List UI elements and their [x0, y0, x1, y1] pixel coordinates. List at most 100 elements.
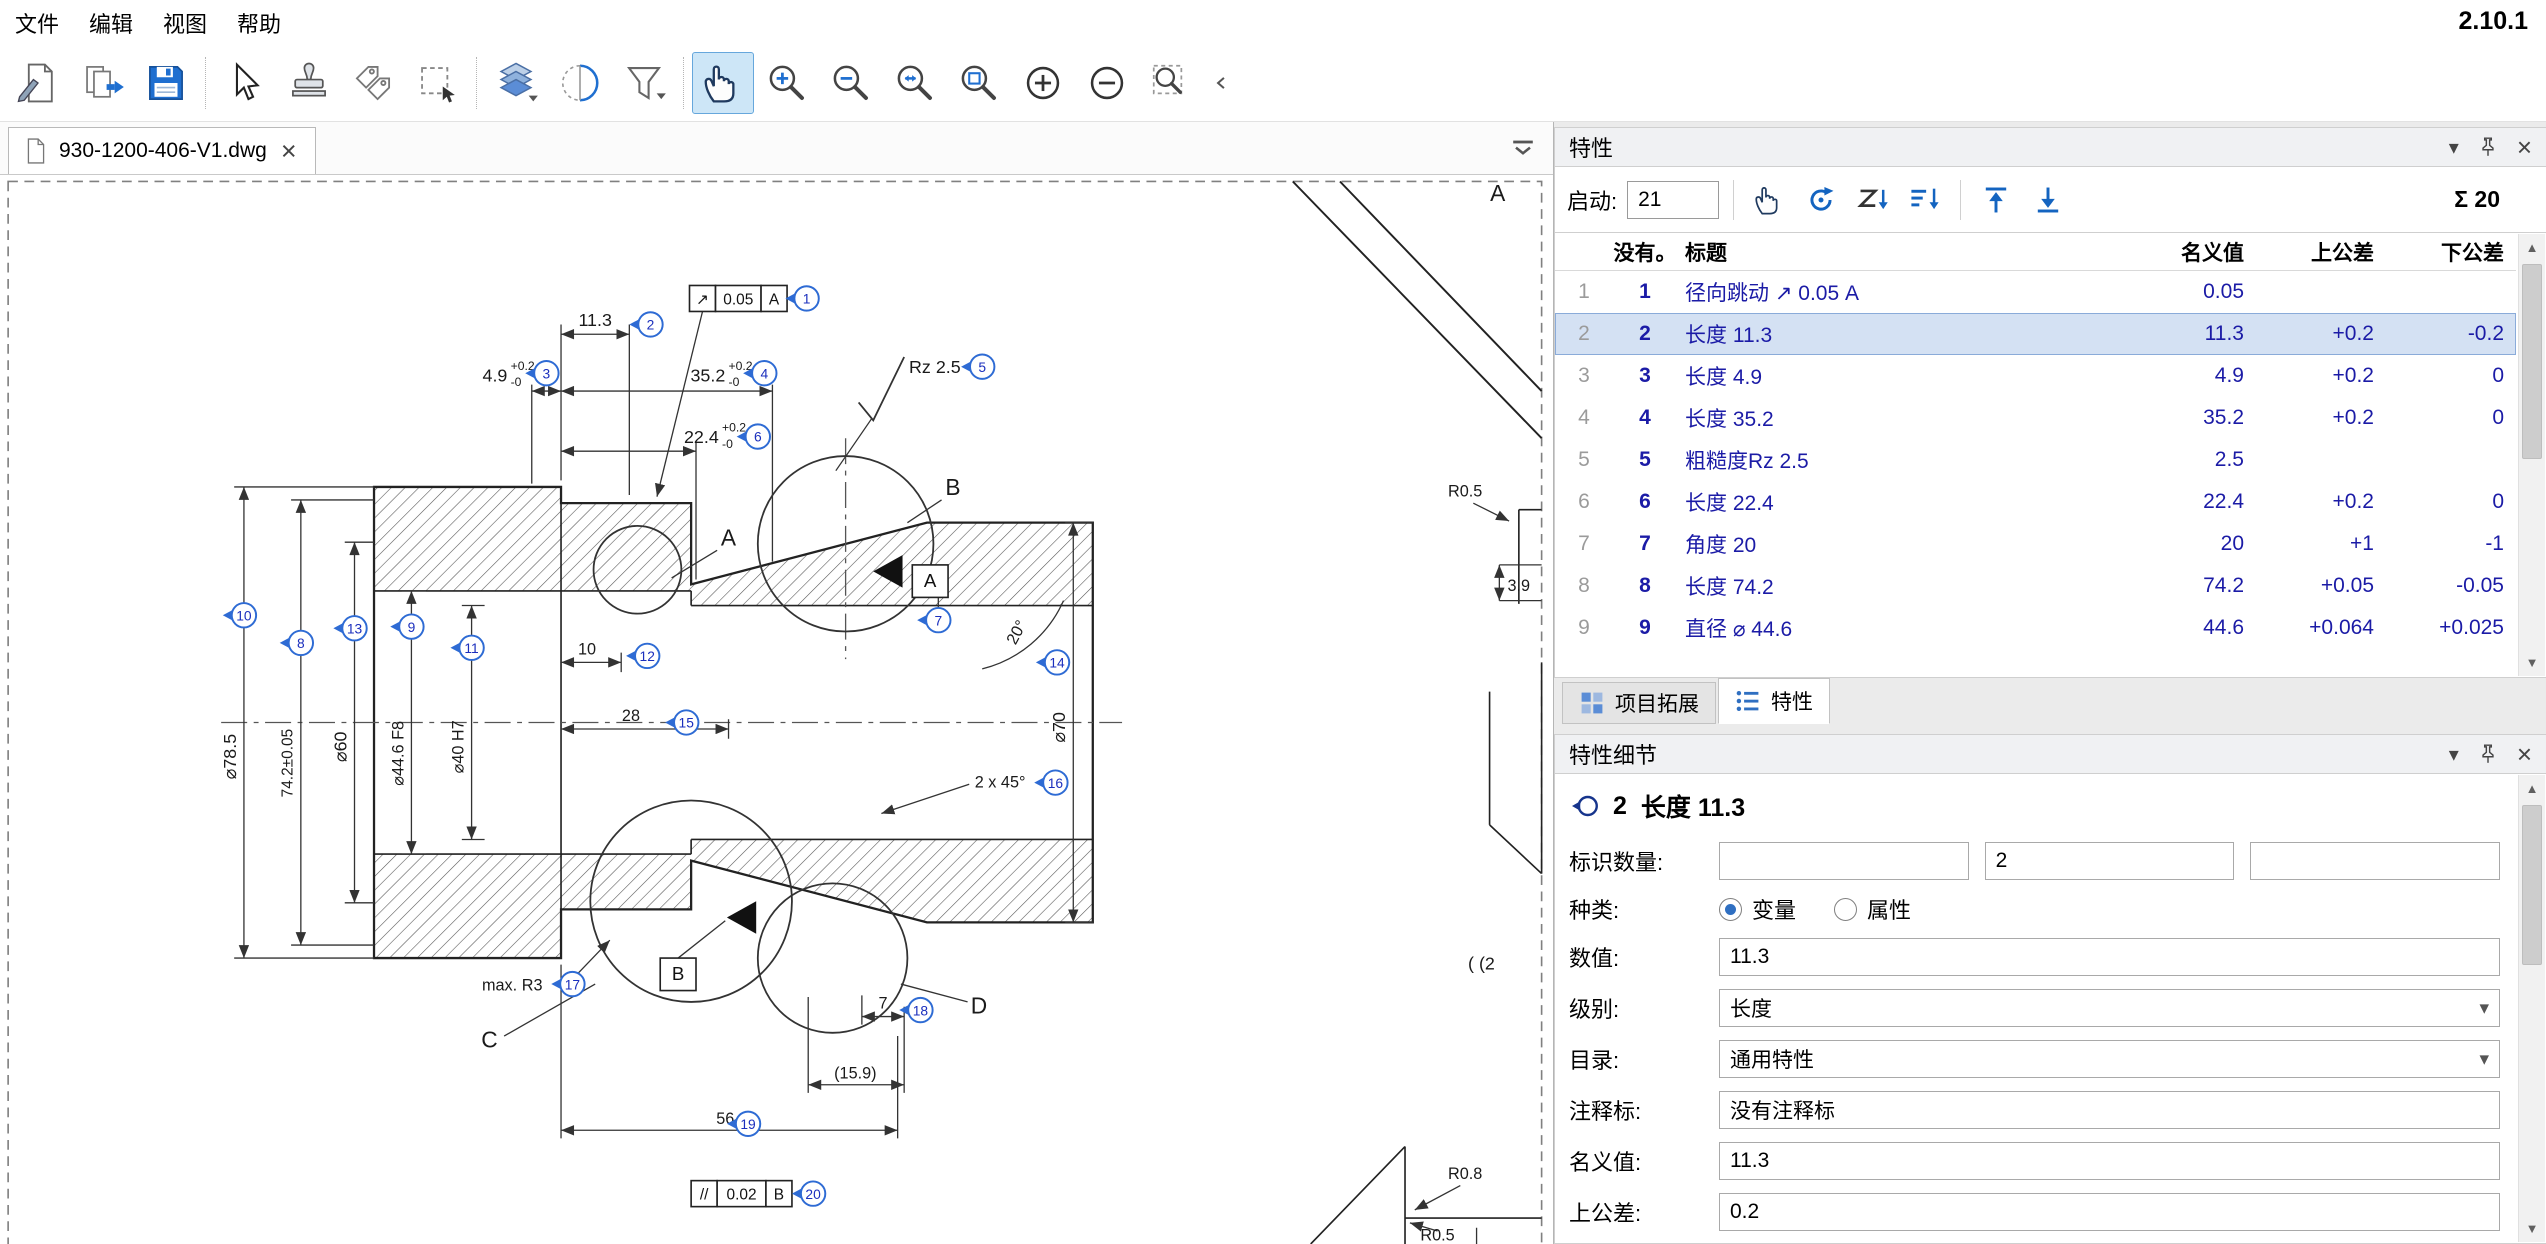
radio-attribute[interactable]: 属性 [1834, 893, 1911, 925]
new-document-icon[interactable] [7, 52, 69, 114]
nominal-cell: 0.05 [2106, 280, 2256, 304]
balloon-8[interactable]: 8 [280, 631, 313, 655]
upper-tol-input[interactable] [1719, 1193, 2500, 1231]
svg-text:12: 12 [640, 648, 655, 664]
move-top-icon[interactable] [1975, 179, 2017, 221]
svg-text:17: 17 [565, 976, 580, 992]
header-lower[interactable]: 下公差 [2386, 237, 2516, 267]
header-title[interactable]: 标题 [1677, 237, 2106, 267]
menu-file[interactable]: 文件 [0, 7, 74, 39]
catalog-select[interactable]: 通用特性▾ [1719, 1040, 2500, 1078]
id-count-input-2[interactable] [1985, 842, 2235, 880]
balloon-13[interactable]: 13 [333, 616, 366, 640]
pin-icon[interactable] [2477, 136, 2499, 158]
tab-list-icon[interactable] [1509, 135, 1537, 168]
table-row[interactable]: 77角度 2020+1-1 [1555, 523, 2516, 565]
menu-edit[interactable]: 编辑 [74, 7, 148, 39]
menu-view[interactable]: 视图 [148, 7, 222, 39]
open-document-icon[interactable] [71, 52, 133, 114]
balloon-12[interactable]: 12 [626, 644, 659, 668]
balloon-15[interactable]: 15 [665, 710, 698, 734]
sort-z-icon[interactable] [1852, 179, 1894, 221]
pan-hand-icon[interactable] [692, 52, 754, 114]
document-tab[interactable]: 930-1200-406-V1.dwg × [8, 127, 316, 174]
balloon-14[interactable]: 14 [1036, 650, 1069, 674]
table-row[interactable]: 99直径 ⌀ 44.644.6+0.064+0.025 [1555, 607, 2516, 649]
scroll-up-icon[interactable]: ▲ [2519, 234, 2545, 261]
balloon-11[interactable]: 11 [450, 636, 483, 660]
id-count-input-1[interactable] [1719, 842, 1969, 880]
title-cell: 长度 74.2 [1677, 571, 2106, 601]
layers-icon[interactable] [485, 52, 547, 114]
tab-properties[interactable]: 特性 [1718, 678, 1830, 724]
class-select[interactable]: 长度▾ [1719, 989, 2500, 1027]
balloon-9[interactable]: 9 [390, 614, 423, 638]
arc-view-icon[interactable] [549, 52, 611, 114]
select-region-icon[interactable] [406, 52, 468, 114]
tags-icon[interactable] [342, 52, 404, 114]
properties-table: 没有。 标题 名义值 上公差 下公差 11径向跳动 ↗ 0.05 A0.0522… [1554, 233, 2546, 678]
header-no[interactable]: 没有。 [1613, 237, 1677, 267]
move-bottom-icon[interactable] [2027, 179, 2069, 221]
table-row[interactable]: 11径向跳动 ↗ 0.05 A0.05 [1555, 271, 2516, 313]
filter-icon[interactable] [613, 52, 675, 114]
balloon-5[interactable]: 5 [961, 355, 994, 379]
balloon-10[interactable]: 10 [223, 603, 256, 627]
balloon-2[interactable]: 2 [629, 312, 662, 336]
dimension-label: 3.9 [1507, 577, 1530, 595]
sort-list-icon[interactable] [1904, 179, 1946, 221]
balloon-16[interactable]: 16 [1034, 770, 1067, 794]
id-count-input-3[interactable] [2250, 842, 2500, 880]
scroll-down-icon[interactable]: ▼ [2519, 1215, 2545, 1242]
note-input[interactable] [1719, 1091, 2500, 1129]
decrease-icon[interactable] [1076, 52, 1138, 114]
table-scrollbar[interactable]: ▲ ▼ [2518, 234, 2545, 676]
drawing-canvas[interactable]: 11.34.9+0.2-035.2+0.2-0Rz 2.522.4+0.2-0B… [0, 175, 1553, 1244]
zoom-window-icon[interactable] [948, 52, 1010, 114]
detail-scrollbar[interactable]: ▲ ▼ [2518, 775, 2545, 1242]
balloon-20[interactable]: 20 [792, 1181, 825, 1205]
header-upper[interactable]: 上公差 [2256, 237, 2386, 267]
stamp-icon[interactable] [278, 52, 340, 114]
panel-dropdown-icon[interactable]: ▾ [2449, 742, 2459, 767]
nominal-input[interactable] [1719, 1142, 2500, 1180]
table-row[interactable]: 55粗糙度Rz 2.52.5 [1555, 439, 2516, 481]
radio-variable[interactable]: 变量 [1719, 893, 1796, 925]
refresh-icon[interactable] [1800, 179, 1842, 221]
table-row[interactable]: 66长度 22.422.4+0.20 [1555, 481, 2516, 523]
zoom-selection-icon[interactable] [1140, 52, 1202, 114]
zoom-out-icon[interactable] [820, 52, 882, 114]
zoom-extents-icon[interactable] [884, 52, 946, 114]
pin-icon[interactable] [2477, 743, 2499, 765]
panel-close-icon[interactable]: × [2517, 132, 2532, 163]
table-row[interactable]: 44长度 35.235.2+0.20 [1555, 397, 2516, 439]
balloon-7[interactable]: 7 [917, 608, 950, 632]
svg-text:2: 2 [647, 317, 655, 333]
zoom-in-icon[interactable] [756, 52, 818, 114]
panel-dropdown-icon[interactable]: ▾ [2449, 135, 2459, 160]
table-row[interactable]: 22长度 11.311.3+0.2-0.2 [1555, 313, 2516, 355]
dimension-label: Rz 2.5 [909, 357, 961, 377]
header-nominal[interactable]: 名义值 [2106, 237, 2256, 267]
increase-icon[interactable] [1012, 52, 1074, 114]
balloon-1[interactable]: 1 [785, 286, 818, 310]
toolbar-separator [683, 57, 684, 109]
toolbar-collapse-icon[interactable] [1204, 52, 1238, 114]
save-icon[interactable] [135, 52, 197, 114]
feature-frame-text: B [774, 1186, 784, 1203]
row-index: 8 [1555, 574, 1613, 598]
scroll-down-icon[interactable]: ▼ [2519, 649, 2545, 676]
value-input[interactable] [1719, 938, 2500, 976]
close-icon[interactable]: × [279, 138, 299, 165]
run-input[interactable] [1627, 181, 1719, 219]
balloon-17[interactable]: 17 [551, 972, 584, 996]
table-row[interactable]: 33长度 4.94.9+0.20 [1555, 355, 2516, 397]
hand-tool-icon[interactable] [1748, 179, 1790, 221]
menu-help[interactable]: 帮助 [222, 7, 296, 39]
panel-close-icon[interactable]: × [2517, 739, 2532, 770]
svg-text:15: 15 [679, 715, 695, 731]
table-row[interactable]: 88长度 74.274.2+0.05-0.05 [1555, 565, 2516, 607]
pointer-icon[interactable] [214, 52, 276, 114]
tab-project-expansion[interactable]: 项目拓展 [1562, 682, 1716, 724]
scroll-up-icon[interactable]: ▲ [2519, 775, 2545, 802]
